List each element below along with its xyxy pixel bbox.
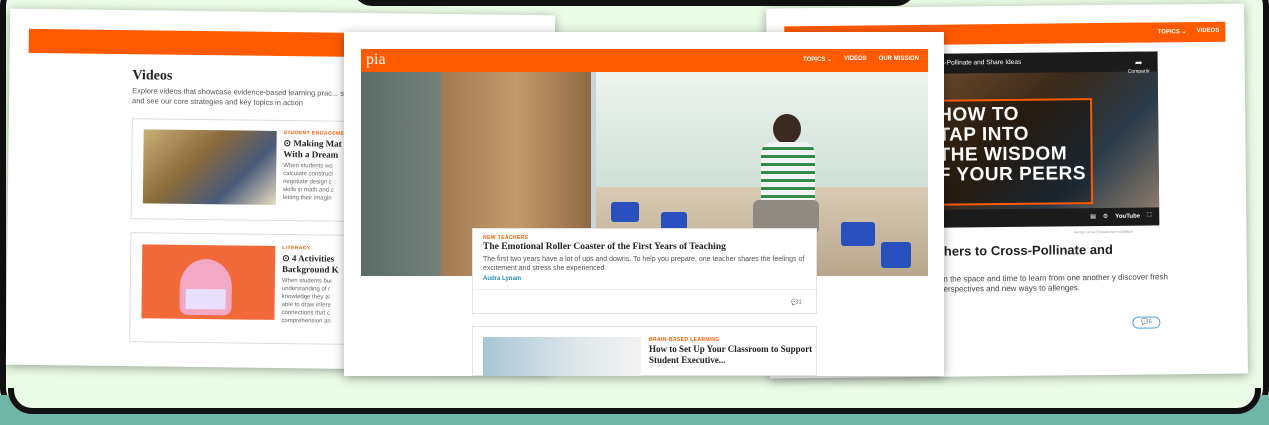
card-summary: The first two years have a lot of ups an… — [483, 256, 805, 272]
top-nav: TOPICS ⌄ VIDEOS OUR MISSION — [803, 56, 919, 63]
nav-our-mission[interactable]: OUR MISSION — [879, 56, 919, 63]
top-nav: TOPICS ⌄ VIDEOS — [1158, 28, 1220, 36]
featured-article-card[interactable]: NEW TEACHERS The Emotional Roller Coaste… — [472, 228, 818, 314]
site-logo[interactable]: pia — [366, 49, 386, 71]
video-overlay-text: HOW TO TAP INTO THE WISDOM F YOUR PEERS — [938, 103, 1087, 186]
article-summary: en the space and time to learn from one … — [938, 272, 1168, 294]
card-category[interactable]: NEW TEACHERS — [483, 235, 528, 241]
teacher-figure — [751, 114, 821, 234]
video-card[interactable]: LITERACY ⊙ 4 Activities Background K Whe… — [129, 232, 376, 346]
youtube-logo[interactable]: YouTube — [1115, 213, 1140, 219]
video-player[interactable]: Cross-Pollinate and Share Ideas ➦ Compar… — [921, 51, 1160, 228]
teacher-striped-sweater — [761, 142, 815, 202]
card-title[interactable]: How to Set Up Your Classroom to Support … — [649, 344, 814, 366]
page-description: Explore videos that showcase evidence-ba… — [132, 86, 368, 108]
hero-chair — [881, 242, 911, 268]
card-divider — [473, 289, 818, 290]
share-arrow-icon: ➦ — [1134, 57, 1143, 68]
frame-bottom-edge — [8, 388, 1261, 414]
share-button[interactable]: ➦ Compartir — [1127, 57, 1150, 75]
video-credit: George Lucas Educational Foundation — [1073, 229, 1134, 235]
hero-chair — [611, 202, 639, 222]
card-category[interactable]: BRAIN-BASED LEARNING — [649, 337, 720, 343]
book-illustration — [185, 288, 226, 310]
video-thumbnail[interactable] — [142, 129, 277, 205]
card-title[interactable]: The Emotional Roller Coaster of the Firs… — [483, 242, 726, 252]
comment-count-badge[interactable]: 💬6 — [1132, 316, 1161, 329]
video-title-overlay: HOW TO TAP INTO THE WISDOM F YOUR PEERS — [932, 98, 1094, 206]
nav-videos[interactable]: VIDEOS — [1197, 28, 1220, 35]
nav-topics[interactable]: TOPICS ⌄ — [803, 56, 832, 63]
nav-topics[interactable]: TOPICS ⌄ — [1158, 28, 1187, 35]
page-title: Videos — [132, 68, 173, 84]
hero-chair — [841, 222, 875, 246]
nav-videos[interactable]: VIDEOS — [844, 56, 867, 63]
comment-icon: 💬 — [1140, 319, 1149, 326]
article-headline: chers to Cross-Pollinate and — [936, 241, 1113, 259]
video-controls: ▤ ⚙ YouTube ⛶ — [1090, 212, 1151, 220]
frame-top-tab — [352, 0, 916, 6]
header-bar: pia TOPICS ⌄ VIDEOS OUR MISSION — [361, 49, 928, 72]
article-thumbnail[interactable] — [483, 337, 641, 376]
comment-icon: 💬 — [791, 300, 799, 306]
share-label: Compartir — [1127, 68, 1150, 75]
settings-gear-icon[interactable]: ⚙ — [1103, 213, 1108, 220]
comment-count: 6 — [1148, 319, 1152, 326]
card-author[interactable]: Audra Lynam — [483, 276, 521, 282]
captions-icon[interactable]: ▤ — [1090, 213, 1096, 220]
comment-count-badge[interactable]: 💬1 — [791, 299, 802, 306]
teacher-head — [773, 114, 801, 144]
comment-count: 1 — [798, 300, 802, 306]
video-thumbnail[interactable] — [141, 244, 276, 320]
homepage-screenshot: pia TOPICS ⌄ VIDEOS OUR MISSION NEW TEAC… — [344, 32, 944, 376]
fullscreen-icon[interactable]: ⛶ — [1147, 212, 1151, 219]
article-card[interactable]: BRAIN-BASED LEARNING How to Set Up Your … — [472, 326, 817, 376]
video-card[interactable]: STUDENT ENGAGEMENT ⊙ Making Mat With a D… — [130, 118, 377, 223]
